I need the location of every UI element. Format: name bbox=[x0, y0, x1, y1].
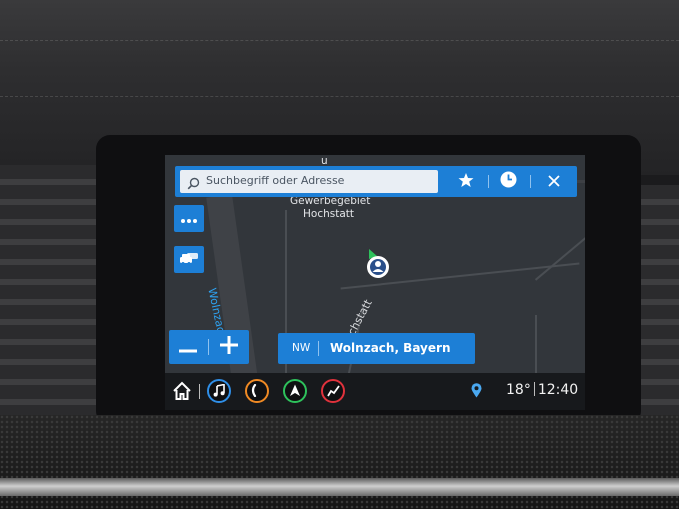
temperature: 18° bbox=[506, 382, 531, 398]
temp-time-divider bbox=[533, 382, 535, 396]
clock-icon bbox=[500, 171, 517, 192]
current-position-marker bbox=[363, 247, 393, 281]
close-icon bbox=[548, 172, 560, 191]
dashboard-stitching bbox=[0, 40, 679, 41]
zoom-in-button[interactable] bbox=[210, 330, 248, 364]
search-icon bbox=[187, 175, 200, 194]
toolbar-divider bbox=[488, 175, 489, 188]
search-input[interactable]: Suchbegriff oder Adresse bbox=[180, 170, 438, 193]
onstar-button[interactable] bbox=[321, 379, 345, 403]
music-icon bbox=[213, 382, 225, 401]
more-options-icon bbox=[180, 209, 198, 228]
navigation-icon bbox=[289, 382, 301, 401]
zoom-divider bbox=[208, 339, 209, 355]
favorites-button[interactable] bbox=[449, 169, 483, 194]
search-placeholder: Suchbegriff oder Adresse bbox=[206, 174, 345, 187]
navigation-map[interactable]: u Gewerbegebiet Hochstatt Wolnzach Hochs… bbox=[165, 155, 585, 373]
recent-destinations-button[interactable] bbox=[491, 169, 525, 194]
status-divider bbox=[318, 341, 319, 356]
heading-indicator: NW bbox=[292, 342, 311, 354]
navigation-button[interactable] bbox=[283, 379, 307, 403]
clock-time: 12:40 bbox=[537, 382, 579, 398]
zoom-control bbox=[169, 330, 249, 364]
infotainment-screen: u Gewerbegebiet Hochstatt Wolnzach Hochs… bbox=[165, 155, 585, 410]
traffic-button[interactable] bbox=[174, 246, 204, 273]
star-icon bbox=[458, 172, 474, 192]
more-options-button[interactable] bbox=[174, 205, 204, 232]
minus-icon bbox=[179, 338, 197, 357]
plus-icon bbox=[220, 336, 238, 358]
toolbar-divider bbox=[530, 175, 531, 188]
search-bar: Suchbegriff oder Adresse bbox=[175, 166, 577, 197]
location-status[interactable]: NW Wolnzach, Bayern bbox=[278, 333, 475, 364]
map-area-label: Hochstatt bbox=[303, 208, 355, 220]
current-location: Wolnzach, Bayern bbox=[330, 341, 451, 355]
home-icon bbox=[172, 381, 192, 405]
onstar-icon bbox=[326, 382, 340, 401]
temperature-time: 18° 12:40 bbox=[506, 382, 578, 398]
air-vent-right bbox=[636, 185, 679, 415]
map-road bbox=[535, 315, 537, 373]
traffic-icon bbox=[179, 250, 199, 270]
dashboard-stitching bbox=[0, 96, 679, 97]
map-road bbox=[534, 221, 585, 281]
location-pin-icon bbox=[471, 383, 482, 402]
home-button[interactable] bbox=[172, 381, 192, 401]
zoom-out-button[interactable] bbox=[169, 330, 207, 364]
chrome-trim bbox=[0, 478, 679, 496]
music-button[interactable] bbox=[207, 379, 231, 403]
phone-button[interactable] bbox=[245, 379, 269, 403]
phone-icon bbox=[251, 382, 263, 401]
bottom-bar: 18° 12:40 bbox=[165, 373, 585, 410]
bar-divider bbox=[199, 384, 200, 399]
close-button[interactable] bbox=[537, 169, 571, 194]
air-vent-left bbox=[0, 165, 100, 415]
